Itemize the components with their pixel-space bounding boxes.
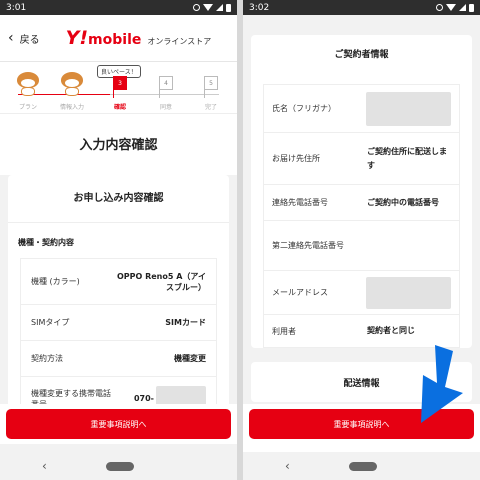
order-card: お申し込み内容確認 機種・契約内容 機種 (カラー) OPPO Reno5 A（… <box>8 175 229 422</box>
nav-back-icon[interactable]: ‹ <box>42 459 47 473</box>
chevron-left-icon: ‹ <box>8 30 14 46</box>
step-label: 情報入力 <box>59 104 84 111</box>
contractor-card: ご契約者情報 氏名（フリガナ） お届け先住所 ご契約住所に配送します 連絡先電話… <box>251 35 472 348</box>
flag-icon: 5 <box>204 76 218 98</box>
blue-arrow-icon <box>421 345 463 423</box>
app-header: ‹ 戻る Y! mobile オンラインストア <box>0 15 237 62</box>
step-2: 情報入力 <box>52 70 92 111</box>
table-row: メールアドレス <box>264 271 459 315</box>
row-key: お届け先住所 <box>272 154 320 163</box>
back-button[interactable]: ‹ 戻る <box>8 31 40 46</box>
table-row: お届け先住所 ご契約住所に配送します <box>264 133 459 185</box>
step-4: 4 同意 <box>146 70 186 111</box>
store-label: オンラインストア <box>147 37 212 46</box>
row-key: 第二連絡先電話番号 <box>272 241 344 250</box>
section-label: 機種・契約内容 <box>8 222 229 258</box>
mascot-icon <box>61 70 83 96</box>
table-row: 利用者 契約者と同じ <box>264 315 459 347</box>
contractor-table: 氏名（フリガナ） お届け先住所 ご契約住所に配送します 連絡先電話番号 ご契約中… <box>263 84 460 348</box>
android-nav-bar: ‹ <box>243 452 480 480</box>
flag-icon: 3 <box>113 76 127 98</box>
row-key: 契約方法 <box>31 354 63 363</box>
step-label: 同意 <box>159 104 172 111</box>
step-label: 確認 <box>113 104 126 111</box>
signal-icon <box>459 4 466 11</box>
row-key: メールアドレス <box>272 288 328 297</box>
logo-mobile: mobile <box>88 32 142 48</box>
redacted-field <box>366 276 451 309</box>
important-info-button[interactable]: 重要事項説明へ <box>6 409 231 439</box>
gear-icon <box>193 4 200 11</box>
wifi-icon <box>203 4 213 11</box>
gear-icon <box>436 4 443 11</box>
row-value: SIMカード <box>165 318 206 327</box>
left-screen: 3:01 ‹ 戻る Y! mobile オンラインストア 良いペース！ プラン … <box>0 0 237 480</box>
step-1: プラン <box>8 70 48 111</box>
signal-icon <box>216 4 223 11</box>
table-row: 機種 (カラー) OPPO Reno5 A（アイスブルー） <box>21 259 216 305</box>
table-row: 氏名（フリガナ） <box>264 85 459 133</box>
row-value: ご契約住所に配送します <box>367 146 447 170</box>
back-label: 戻る <box>19 34 40 46</box>
nav-home-pill[interactable] <box>349 461 377 471</box>
row-value: 機種変更 <box>174 354 206 363</box>
redacted-field <box>366 91 451 126</box>
wifi-icon <box>446 4 456 11</box>
step-5: 5 完了 <box>191 70 231 111</box>
row-key: 機種 (カラー) <box>31 277 80 286</box>
status-bar: 3:02 <box>243 0 480 15</box>
android-nav-bar: ‹ <box>0 452 237 480</box>
mascot-icon <box>17 70 39 96</box>
nav-home-pill[interactable] <box>106 461 134 471</box>
row-value: 契約者と同じ <box>367 326 415 335</box>
row-key: 氏名（フリガナ） <box>272 104 336 113</box>
progress-stepper: 良いペース！ プラン 情報入力 3 確認 4 同意 5 完了 <box>0 62 237 114</box>
bottom-bar: 重要事項説明へ <box>0 404 237 444</box>
status-time: 3:01 <box>6 2 27 13</box>
status-bar: 3:01 <box>0 0 237 15</box>
status-time: 3:02 <box>249 2 270 13</box>
step-line <box>18 94 219 95</box>
card-title: お申し込み内容確認 <box>73 193 164 204</box>
table-row: 連絡先電話番号 ご契約中の電話番号 <box>264 185 459 221</box>
row-value <box>366 91 451 126</box>
order-table: 機種 (カラー) OPPO Reno5 A（アイスブルー） SIMタイプ SIM… <box>20 258 217 422</box>
step-label: プラン <box>18 104 37 111</box>
step-label: 完了 <box>204 104 217 111</box>
battery-icon <box>226 3 231 12</box>
page-title: 入力内容確認 <box>0 114 237 175</box>
row-value: OPPO Reno5 A（アイスブルー） <box>116 271 206 292</box>
row-key: 連絡先電話番号 <box>272 198 328 207</box>
ymobile-logo[interactable]: Y! mobile オンラインストア <box>66 27 212 49</box>
row-value <box>366 276 451 309</box>
logo-y: Y! <box>65 27 89 49</box>
table-row: 契約方法 機種変更 <box>21 341 216 377</box>
flag-icon: 4 <box>159 76 173 98</box>
table-row: 第二連絡先電話番号 <box>264 221 459 271</box>
nav-back-icon[interactable]: ‹ <box>285 459 290 473</box>
row-value: ご契約中の電話番号 <box>367 197 439 207</box>
battery-icon <box>469 3 474 12</box>
card-title: ご契約者情報 <box>334 50 389 60</box>
row-key: 利用者 <box>272 326 296 336</box>
table-row: SIMタイプ SIMカード <box>21 305 216 341</box>
step-3: 3 確認 <box>100 70 140 111</box>
row-key: SIMタイプ <box>31 318 70 327</box>
row-value: 070- <box>133 394 154 403</box>
